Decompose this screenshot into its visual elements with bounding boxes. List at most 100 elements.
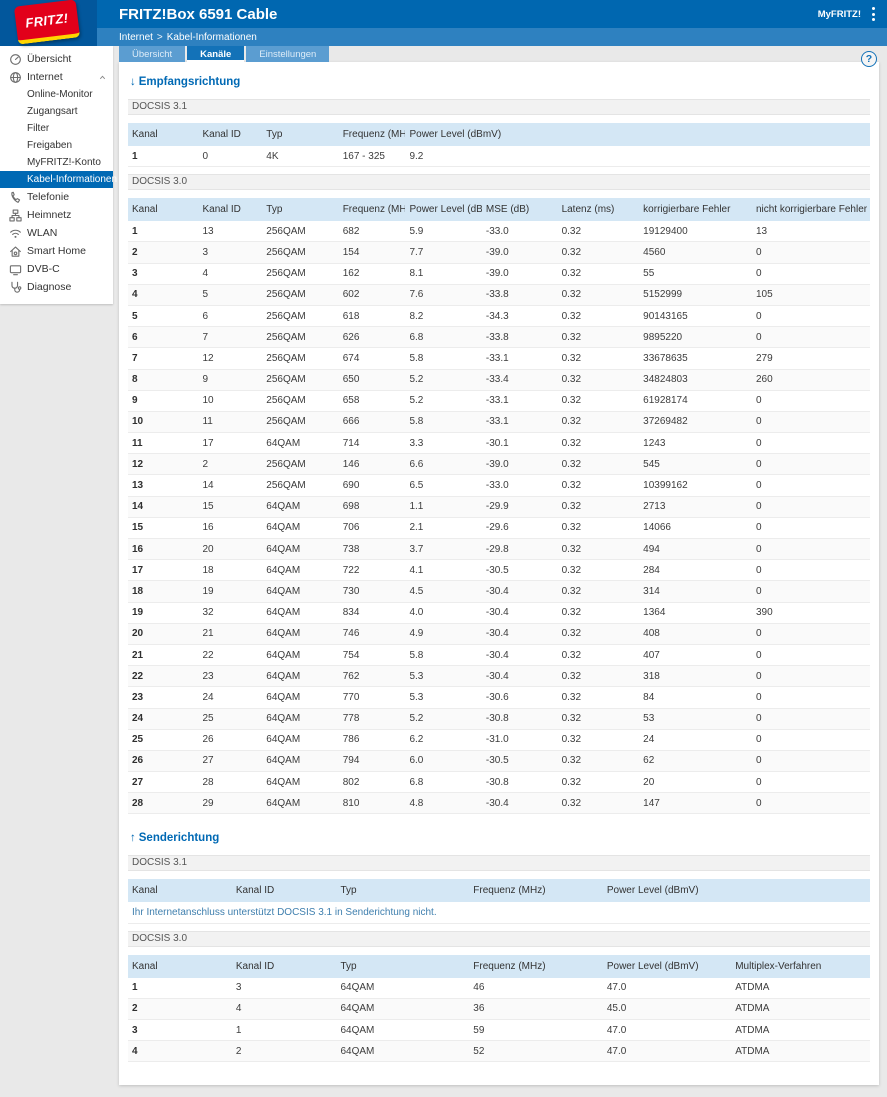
sidebar-item-wlan[interactable]: WLAN: [0, 224, 113, 242]
table-cell: -30.4: [481, 602, 558, 624]
table-cell: 2.1: [405, 517, 482, 540]
table-cell: 64QAM: [262, 665, 339, 688]
myfritz-link[interactable]: MyFRITZ!: [818, 9, 861, 20]
table-cell: 256QAM: [262, 221, 339, 243]
table-cell: 26: [128, 750, 199, 773]
table-cell: 690: [338, 474, 406, 497]
table-cell: -30.4: [481, 580, 558, 603]
table-cell: 0.32: [557, 241, 640, 264]
column-header: MSE (dB): [481, 198, 558, 222]
table-cell: 90143165: [639, 305, 752, 328]
table-cell: 64QAM: [262, 538, 339, 561]
table-cell: 0.32: [557, 580, 640, 603]
table-cell: 5.2: [405, 390, 482, 412]
table-cell: 802: [338, 771, 406, 794]
column-header: Kanal ID: [231, 879, 337, 903]
table-cell: -30.5: [481, 559, 558, 582]
sidebar-subitem-filter[interactable]: Filter: [0, 120, 113, 137]
table-cell: 698: [338, 496, 406, 518]
table-cell: -39.0: [481, 241, 558, 264]
help-icon[interactable]: ?: [861, 51, 877, 67]
table-row: 1 3 64QAM 46 47.0 ATDMA: [128, 977, 870, 999]
table-cell: 2: [198, 453, 263, 476]
table-header-row: KanalKanal IDTypFrequenz (MHz)Power Leve…: [128, 123, 870, 146]
wifi-icon: [8, 226, 22, 240]
docsis31-unsupported-message: Ihr Internetanschluss unterstützt DOCSIS…: [128, 902, 870, 924]
column-header: Typ: [336, 879, 470, 903]
table-cell: 16: [198, 517, 263, 540]
table-cell: 0.32: [557, 453, 640, 476]
table-cell: 23: [128, 686, 199, 709]
table-cell: 27: [128, 771, 199, 794]
table-cell: 1.1: [405, 496, 482, 518]
sidebar-item-uebersicht[interactable]: Übersicht: [0, 50, 113, 68]
sidebar-subitem-myfritz-konto[interactable]: MyFRITZ!-Konto: [0, 154, 113, 171]
table-cell: 5152999: [639, 284, 752, 306]
table-cell: 21: [198, 623, 263, 645]
table-cell: 722: [338, 559, 406, 582]
sidebar-subitem-online-monitor[interactable]: Online-Monitor: [0, 86, 113, 103]
table-cell: 22: [198, 644, 263, 667]
table-row: 2 3 256QAM 154 7.7 -39.0 0.32 4560 0: [128, 241, 870, 264]
fritz-logo[interactable]: FRITZ!: [13, 0, 81, 45]
sidebar-item-diagnose[interactable]: Diagnose: [0, 278, 113, 296]
table-cell: 256QAM: [262, 390, 339, 412]
sidebar-subitem-kabel-informationen[interactable]: Kabel-Informationen: [0, 171, 117, 188]
column-header: korrigierbare Fehler: [639, 198, 752, 222]
table-cell: 16: [128, 538, 199, 561]
table-cell: 1: [128, 146, 199, 168]
table-cell: 0: [751, 305, 870, 328]
table-cell: 666: [338, 411, 406, 434]
table-cell: 706: [338, 517, 406, 540]
fritz-logo-text: FRITZ!: [24, 9, 69, 31]
sidebar-item-internet[interactable]: Internet: [0, 68, 113, 86]
table-cell: 5.8: [405, 347, 482, 370]
page-title: FRITZ!Box 6591 Cable: [119, 5, 278, 23]
tab-kanaele[interactable]: Kanäle: [187, 46, 245, 62]
table-cell: 19129400: [639, 221, 752, 243]
receive-direction-heading: ↓ Empfangsrichtung: [130, 76, 241, 88]
table-cell: -30.6: [481, 686, 558, 709]
table-cell: 52: [469, 1040, 603, 1063]
sidebar-item-heimnetz[interactable]: Heimnetz: [0, 206, 113, 224]
table-cell: 256QAM: [262, 453, 339, 476]
table-row: 1 13 256QAM 682 5.9 -33.0 0.32 19129400 13: [128, 221, 870, 243]
tab-einstellungen[interactable]: Einstellungen: [246, 46, 330, 62]
table-cell: 59: [469, 1019, 603, 1042]
table-cell: 5.2: [405, 369, 482, 391]
table-cell: 8: [128, 369, 199, 391]
top-header: FRITZ! FRITZ!Box 6591 Cable MyFRITZ!: [0, 0, 887, 46]
table-cell: 2: [231, 1040, 337, 1063]
table-cell: 2: [128, 998, 232, 1021]
table-cell: 494: [639, 538, 752, 561]
receive-docsis31-table: KanalKanal IDTypFrequenz (MHz)Power Leve…: [128, 123, 870, 168]
chevron-up-icon[interactable]: [98, 73, 107, 82]
sidebar-item-label: Internet: [27, 71, 63, 83]
sidebar-subitem-freigaben[interactable]: Freigaben: [0, 137, 113, 154]
table-cell: 0.32: [557, 263, 640, 285]
stethoscope-icon: [8, 280, 22, 294]
table-header-row: KanalKanal IDTypFrequenz (MHz)Power Leve…: [128, 879, 870, 903]
up-arrow-icon: ↑: [130, 832, 136, 845]
kebab-menu-icon[interactable]: [867, 7, 879, 21]
tab-uebersicht[interactable]: Übersicht: [119, 46, 186, 62]
table-row: 21 22 64QAM 754 5.8 -30.4 0.32 407 0: [128, 644, 870, 667]
table-cell: 0: [751, 580, 870, 603]
table-cell: 14066: [639, 517, 752, 540]
sidebar-subitem-zugangsart[interactable]: Zugangsart: [0, 103, 113, 120]
table-cell: 14: [198, 474, 263, 497]
sidebar-item-telefonie[interactable]: Telefonie: [0, 188, 113, 206]
table-row: 13 14 256QAM 690 6.5 -33.0 0.32 10399162 0: [128, 474, 870, 497]
table-row: 8 9 256QAM 650 5.2 -33.4 0.32 34824803 260: [128, 369, 870, 391]
table-cell: 5.2: [405, 708, 482, 730]
table-cell: 4K: [262, 146, 339, 168]
breadcrumb-item-internet[interactable]: Internet: [119, 32, 153, 43]
sidebar-item-dvb-c[interactable]: DVB-C: [0, 260, 113, 278]
receive-docsis30-table: KanalKanal IDTypFrequenz (MHz)Power Leve…: [128, 198, 870, 815]
table-cell: 0.32: [557, 771, 640, 794]
sidebar-item-smart-home[interactable]: Smart Home: [0, 242, 113, 260]
column-header: Kanal ID: [198, 198, 263, 222]
table-cell: 0: [751, 517, 870, 540]
sidebar-item-label: Telefonie: [27, 191, 70, 203]
table-cell: 407: [639, 644, 752, 667]
